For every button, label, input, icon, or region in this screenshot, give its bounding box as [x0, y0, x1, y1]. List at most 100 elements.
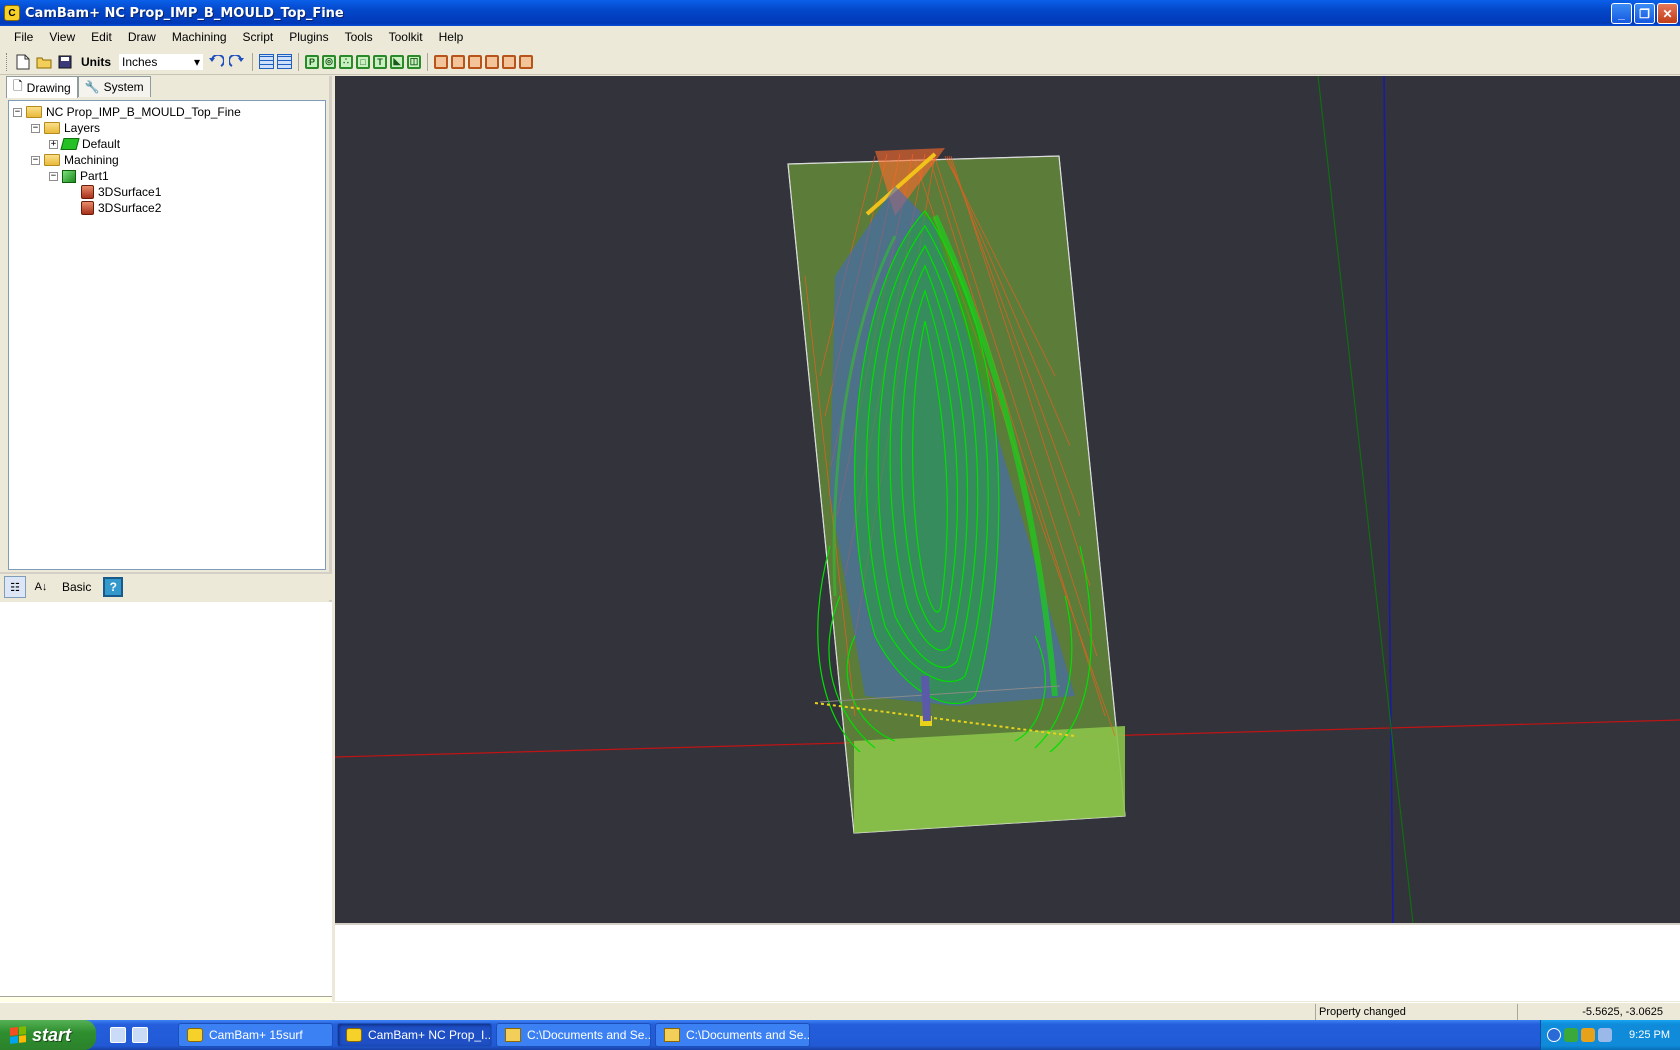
menu-edit[interactable]: Edit: [83, 30, 120, 44]
units-label: Units: [81, 54, 111, 69]
menu-plugins[interactable]: Plugins: [281, 30, 336, 44]
tab-system[interactable]: 🔧 System: [77, 76, 151, 97]
toolbar-grip[interactable]: [6, 52, 9, 71]
tray-expand-icon[interactable]: [1547, 1028, 1561, 1042]
folder-icon: [44, 154, 60, 166]
collapse-icon[interactable]: −: [31, 123, 40, 133]
folder-icon: [505, 1028, 521, 1042]
menu-machining[interactable]: Machining: [164, 30, 235, 44]
tree-item-3dsurface1[interactable]: 3DSurface1: [9, 184, 325, 200]
points-tool-icon[interactable]: ∴: [339, 54, 353, 69]
start-button[interactable]: start: [0, 1020, 96, 1050]
menu-view[interactable]: View: [41, 30, 83, 44]
stock-base: [854, 726, 1125, 833]
categorized-view-icon[interactable]: ☷: [4, 576, 26, 598]
tree-item-3dsurface2[interactable]: 3DSurface2: [9, 200, 325, 216]
restore-button[interactable]: ❐: [1634, 3, 1655, 24]
collapse-icon[interactable]: −: [13, 107, 22, 117]
close-button[interactable]: ✕: [1657, 3, 1678, 24]
z-axis-line: [1383, 76, 1394, 923]
window-controls: _ ❐ ✕: [1611, 3, 1678, 24]
drill-op-icon[interactable]: [434, 54, 448, 69]
cambam-icon: [187, 1028, 203, 1042]
tab-system-label: System: [103, 80, 144, 94]
rectangle-tool-icon[interactable]: □: [356, 54, 370, 69]
drawing-viewport[interactable]: [335, 76, 1680, 923]
task-cambam-nc-prop[interactable]: CamBam+ NC Prop_I...: [337, 1023, 492, 1047]
region-tool-icon[interactable]: ◣: [390, 54, 404, 69]
tab-drawing[interactable]: 🗋 Drawing: [6, 76, 78, 98]
profile-op-icon[interactable]: [451, 54, 465, 69]
redo-icon[interactable]: [228, 53, 246, 71]
clock[interactable]: 9:25 PM: [1629, 1029, 1670, 1041]
start-label: start: [32, 1024, 72, 1045]
tree-item-machining[interactable]: − Machining: [9, 152, 325, 168]
quick-launch: [110, 1027, 148, 1043]
menu-help[interactable]: Help: [431, 30, 472, 44]
lathe-op-icon[interactable]: [502, 54, 516, 69]
tree-item-part1[interactable]: − Part1: [9, 168, 325, 184]
layer-icon: [60, 138, 80, 150]
menu-script[interactable]: Script: [235, 30, 282, 44]
pocket-op-icon[interactable]: [468, 54, 482, 69]
collapse-icon[interactable]: −: [49, 171, 58, 181]
minimize-button[interactable]: _: [1611, 3, 1632, 24]
property-toolbar: ☷ A↓ Basic ?: [0, 572, 332, 600]
tab-drawing-label: Drawing: [26, 80, 71, 95]
tool-shaft: [921, 675, 931, 722]
circle-tool-icon[interactable]: ◎: [322, 54, 336, 69]
units-dropdown[interactable]: Inches ▾: [118, 52, 204, 71]
toolbar-separator: [298, 52, 299, 71]
collapse-icon[interactable]: −: [31, 155, 40, 165]
menu-tools[interactable]: Tools: [337, 30, 381, 44]
title-bar: C CamBam+ NC Prop_IMP_B_MOULD_Top_Fine _…: [0, 0, 1680, 26]
drawing-tree[interactable]: − NC Prop_IMP_B_MOULD_Top_Fine − Layers …: [8, 100, 326, 570]
task-documents-folder-1[interactable]: C:\Documents and Se...: [496, 1023, 651, 1047]
windows-taskbar: start CamBam+ 15surf CamBam+ NC Prop_I..…: [0, 1020, 1680, 1050]
open-folder-icon[interactable]: [35, 53, 53, 71]
task-documents-folder-2[interactable]: C:\Documents and Se...: [655, 1023, 810, 1047]
new-file-icon[interactable]: [14, 53, 32, 71]
tree-part1-label: Part1: [80, 169, 109, 183]
chevron-down-icon: ▾: [193, 54, 200, 69]
task-cambam-15surf[interactable]: CamBam+ 15surf: [178, 1023, 333, 1047]
tree-layers-label: Layers: [64, 121, 101, 135]
wrench-icon: 🔧: [84, 80, 100, 94]
snap-grid-icon[interactable]: [259, 54, 274, 69]
message-log-pane[interactable]: [335, 923, 1680, 1001]
volume-icon[interactable]: [1598, 1028, 1612, 1042]
tree-3dsurface1-label: 3DSurface1: [98, 185, 162, 199]
tree-item-layers[interactable]: − Layers: [9, 120, 325, 136]
3dsurface-op-icon[interactable]: [519, 54, 533, 69]
sort-alphabetical-icon[interactable]: A↓: [30, 576, 52, 598]
polyline-tool-icon[interactable]: P: [305, 54, 319, 69]
show-desktop-icon[interactable]: [110, 1027, 126, 1043]
toolpath-view: [335, 76, 1680, 923]
cambam-app-icon[interactable]: C: [4, 5, 20, 21]
text-tool-icon[interactable]: T: [373, 54, 387, 69]
explorer-icon[interactable]: [132, 1027, 148, 1043]
help-icon[interactable]: ?: [103, 577, 124, 597]
menu-draw[interactable]: Draw: [120, 30, 164, 44]
security-icon[interactable]: [1581, 1028, 1595, 1042]
tree-3dsurface2-label: 3DSurface2: [98, 201, 162, 215]
save-icon[interactable]: [56, 53, 74, 71]
engrave-op-icon[interactable]: [485, 54, 499, 69]
task-label: C:\Documents and Se...: [686, 1028, 810, 1042]
left-panel: 🗋 Drawing 🔧 System − NC Prop_IMP_B_MOULD…: [0, 76, 332, 1050]
menu-file[interactable]: File: [6, 30, 41, 44]
part-icon: [62, 169, 76, 183]
show-grid-icon[interactable]: [277, 54, 292, 69]
basic-mode-button[interactable]: Basic: [62, 580, 91, 594]
property-grid[interactable]: [0, 602, 332, 996]
surface-tool-icon[interactable]: ◫: [407, 54, 421, 69]
status-bar: Property changed -5.5625, -3.0625: [0, 1002, 1680, 1020]
network-icon[interactable]: [1564, 1028, 1578, 1042]
menu-toolkit[interactable]: Toolkit: [381, 30, 431, 44]
undo-icon[interactable]: [207, 53, 225, 71]
tree-item-default-layer[interactable]: + Default: [9, 136, 325, 152]
expand-icon[interactable]: +: [49, 139, 58, 149]
y-axis-line: [1317, 76, 1414, 923]
folder-icon: [44, 122, 60, 134]
tree-item-root[interactable]: − NC Prop_IMP_B_MOULD_Top_Fine: [9, 104, 325, 120]
